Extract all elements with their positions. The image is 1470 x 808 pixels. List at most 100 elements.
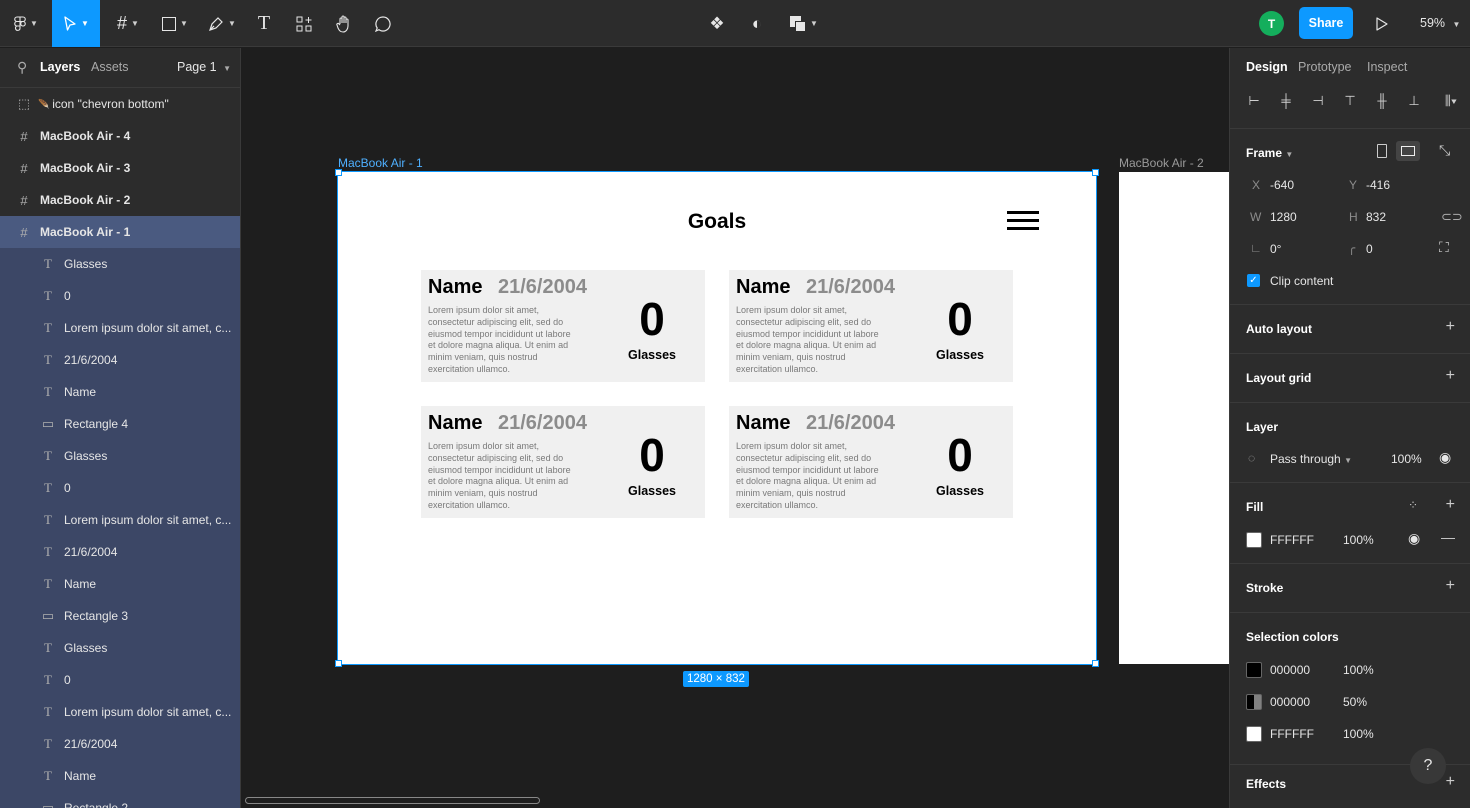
selection-color-hex[interactable]: FFFFFF [1270, 727, 1314, 741]
main-menu-button[interactable]: ▼ [8, 0, 44, 47]
fill-opacity-input[interactable]: 100% [1343, 533, 1374, 547]
frame-section-title[interactable]: Frame ▼ [1246, 146, 1293, 160]
layer-row[interactable]: T Lorem ipsum dolor sit amet, c... [0, 696, 240, 728]
layer-row[interactable]: # MacBook Air - 3 [0, 152, 240, 184]
canvas[interactable]: MacBook Air - 1 MacBook Air - 2 Goals Na… [241, 48, 1229, 808]
layer-row[interactable]: T Glasses [0, 440, 240, 472]
align-top-icon[interactable]: ⊤ [1342, 93, 1358, 109]
align-horizontal-center-icon[interactable]: ╪ [1278, 93, 1294, 109]
goal-card[interactable]: Name 21/6/2004 Lorem ipsum dolor sit ame… [729, 406, 1013, 518]
resize-handle[interactable] [1092, 169, 1099, 176]
layer-row[interactable]: T 21/6/2004 [0, 344, 240, 376]
text-tool-button[interactable]: T [252, 0, 276, 47]
selection-color-opacity[interactable]: 50% [1343, 695, 1367, 709]
layer-row[interactable]: # MacBook Air - 2 [0, 184, 240, 216]
add-stroke-icon[interactable]: + [1446, 577, 1455, 595]
tab-layers[interactable]: Layers [40, 60, 80, 74]
layer-row[interactable]: # MacBook Air - 1 [0, 216, 240, 248]
tab-inspect[interactable]: Inspect [1367, 60, 1407, 74]
add-layout-grid-icon[interactable]: + [1446, 367, 1455, 385]
share-button[interactable]: Share [1299, 7, 1353, 39]
align-bottom-icon[interactable]: ⊥ [1406, 93, 1422, 109]
tab-assets[interactable]: Assets [91, 60, 129, 74]
fill-hex-input[interactable]: FFFFFF [1270, 533, 1314, 547]
move-tool-button[interactable]: ▼ [52, 0, 100, 47]
eye-icon[interactable]: ◉ [1408, 530, 1420, 547]
layer-row[interactable]: T Glasses [0, 632, 240, 664]
search-icon[interactable]: ⚲ [17, 59, 27, 76]
help-button[interactable]: ? [1410, 748, 1446, 784]
comment-tool-button[interactable] [371, 0, 395, 47]
layer-row[interactable]: T Name [0, 760, 240, 792]
page-selector[interactable]: Page 1 ▼ [177, 60, 231, 74]
shape-tool-button[interactable]: ▼ [157, 0, 193, 47]
color-swatch[interactable] [1246, 726, 1262, 742]
fill-swatch[interactable] [1246, 532, 1262, 548]
layer-row[interactable]: T0 [0, 472, 240, 504]
portrait-icon[interactable] [1377, 144, 1387, 158]
constrain-proportions-icon[interactable]: ⊂⊃ [1441, 209, 1463, 225]
layer-row[interactable]: T 21/6/2004 [0, 728, 240, 760]
blend-mode-dropdown[interactable]: Pass through ▼ [1270, 452, 1352, 466]
layer-row[interactable]: T0 [0, 664, 240, 696]
y-input[interactable]: -416 [1366, 178, 1390, 192]
resize-handle[interactable] [1092, 660, 1099, 667]
frame-label[interactable]: MacBook Air - 1 [338, 156, 423, 170]
distribute-icon[interactable]: ⫼▾ [1438, 93, 1464, 109]
frame-macbook-air-1[interactable]: Goals Name 21/6/2004 Lorem ipsum dolor s… [337, 171, 1097, 665]
boolean-button[interactable]: ▼ [784, 0, 824, 47]
height-input[interactable]: 832 [1366, 210, 1386, 224]
frame-macbook-air-2[interactable] [1119, 172, 1229, 664]
independent-corners-icon[interactable]: ⛶ [1439, 239, 1449, 256]
selection-color-opacity[interactable]: 100% [1343, 663, 1374, 677]
resize-to-fit-icon[interactable]: ⤡ [1439, 142, 1450, 159]
tab-design[interactable]: Design [1246, 60, 1288, 74]
hamburger-menu-icon[interactable] [1007, 211, 1039, 230]
layer-row[interactable]: T0 [0, 280, 240, 312]
layer-row[interactable]: T Name [0, 376, 240, 408]
frame-label[interactable]: MacBook Air - 2 [1119, 156, 1204, 170]
x-input[interactable]: -640 [1270, 178, 1294, 192]
selection-color-hex[interactable]: 000000 [1270, 695, 1310, 709]
pen-tool-button[interactable]: ▼ [204, 0, 240, 47]
selection-color-opacity[interactable]: 100% [1343, 727, 1374, 741]
resources-button[interactable] [292, 0, 316, 47]
eye-icon[interactable]: ◉ [1439, 449, 1451, 466]
rotation-input[interactable]: 0° [1270, 242, 1281, 256]
add-effect-icon[interactable]: + [1446, 773, 1455, 791]
tab-prototype[interactable]: Prototype [1298, 60, 1352, 74]
layer-row[interactable]: ▭ Rectangle 3 [0, 600, 240, 632]
layer-row[interactable]: T 21/6/2004 [0, 536, 240, 568]
goal-card[interactable]: Name 21/6/2004 Lorem ipsum dolor sit ame… [729, 270, 1013, 382]
color-swatch[interactable] [1246, 662, 1262, 678]
selection-color-hex[interactable]: 000000 [1270, 663, 1310, 677]
layer-row[interactable]: ▭ Rectangle 2 [0, 792, 240, 808]
layer-row[interactable]: ⬚ 🪶 icon "chevron bottom" [0, 88, 240, 120]
layer-row[interactable]: ▭ Rectangle 4 [0, 408, 240, 440]
add-auto-layout-icon[interactable]: + [1446, 318, 1455, 336]
frame-tool-button[interactable]: # ▼ [110, 0, 146, 47]
zoom-dropdown[interactable]: 59% ▼ [1420, 16, 1460, 30]
align-vertical-center-icon[interactable]: ╫ [1374, 93, 1390, 109]
layer-row[interactable]: T Lorem ipsum dolor sit amet, c... [0, 312, 240, 344]
horizontal-scrollbar[interactable] [245, 797, 540, 804]
align-left-icon[interactable]: ⊢ [1246, 93, 1262, 109]
layer-row[interactable]: T Name [0, 568, 240, 600]
align-right-icon[interactable]: ⊣ [1310, 93, 1326, 109]
layer-opacity-input[interactable]: 100% [1391, 452, 1422, 466]
goal-card[interactable]: Name 21/6/2004 Lorem ipsum dolor sit ame… [421, 270, 705, 382]
components-button[interactable]: ❖ [705, 0, 729, 47]
clip-content-checkbox[interactable]: ✓ [1247, 274, 1260, 287]
remove-fill-icon[interactable]: — [1441, 529, 1455, 545]
hand-tool-button[interactable] [332, 0, 356, 47]
layer-row[interactable]: T Lorem ipsum dolor sit amet, c... [0, 504, 240, 536]
add-fill-icon[interactable]: + [1446, 496, 1455, 514]
layer-row[interactable]: T Glasses [0, 248, 240, 280]
width-input[interactable]: 1280 [1270, 210, 1297, 224]
layer-row[interactable]: # MacBook Air - 4 [0, 120, 240, 152]
resize-handle[interactable] [335, 169, 342, 176]
style-grid-icon[interactable]: ⁘ [1408, 498, 1418, 512]
resize-handle[interactable] [335, 660, 342, 667]
landscape-toggle[interactable] [1396, 141, 1420, 161]
goal-card[interactable]: Name 21/6/2004 Lorem ipsum dolor sit ame… [421, 406, 705, 518]
